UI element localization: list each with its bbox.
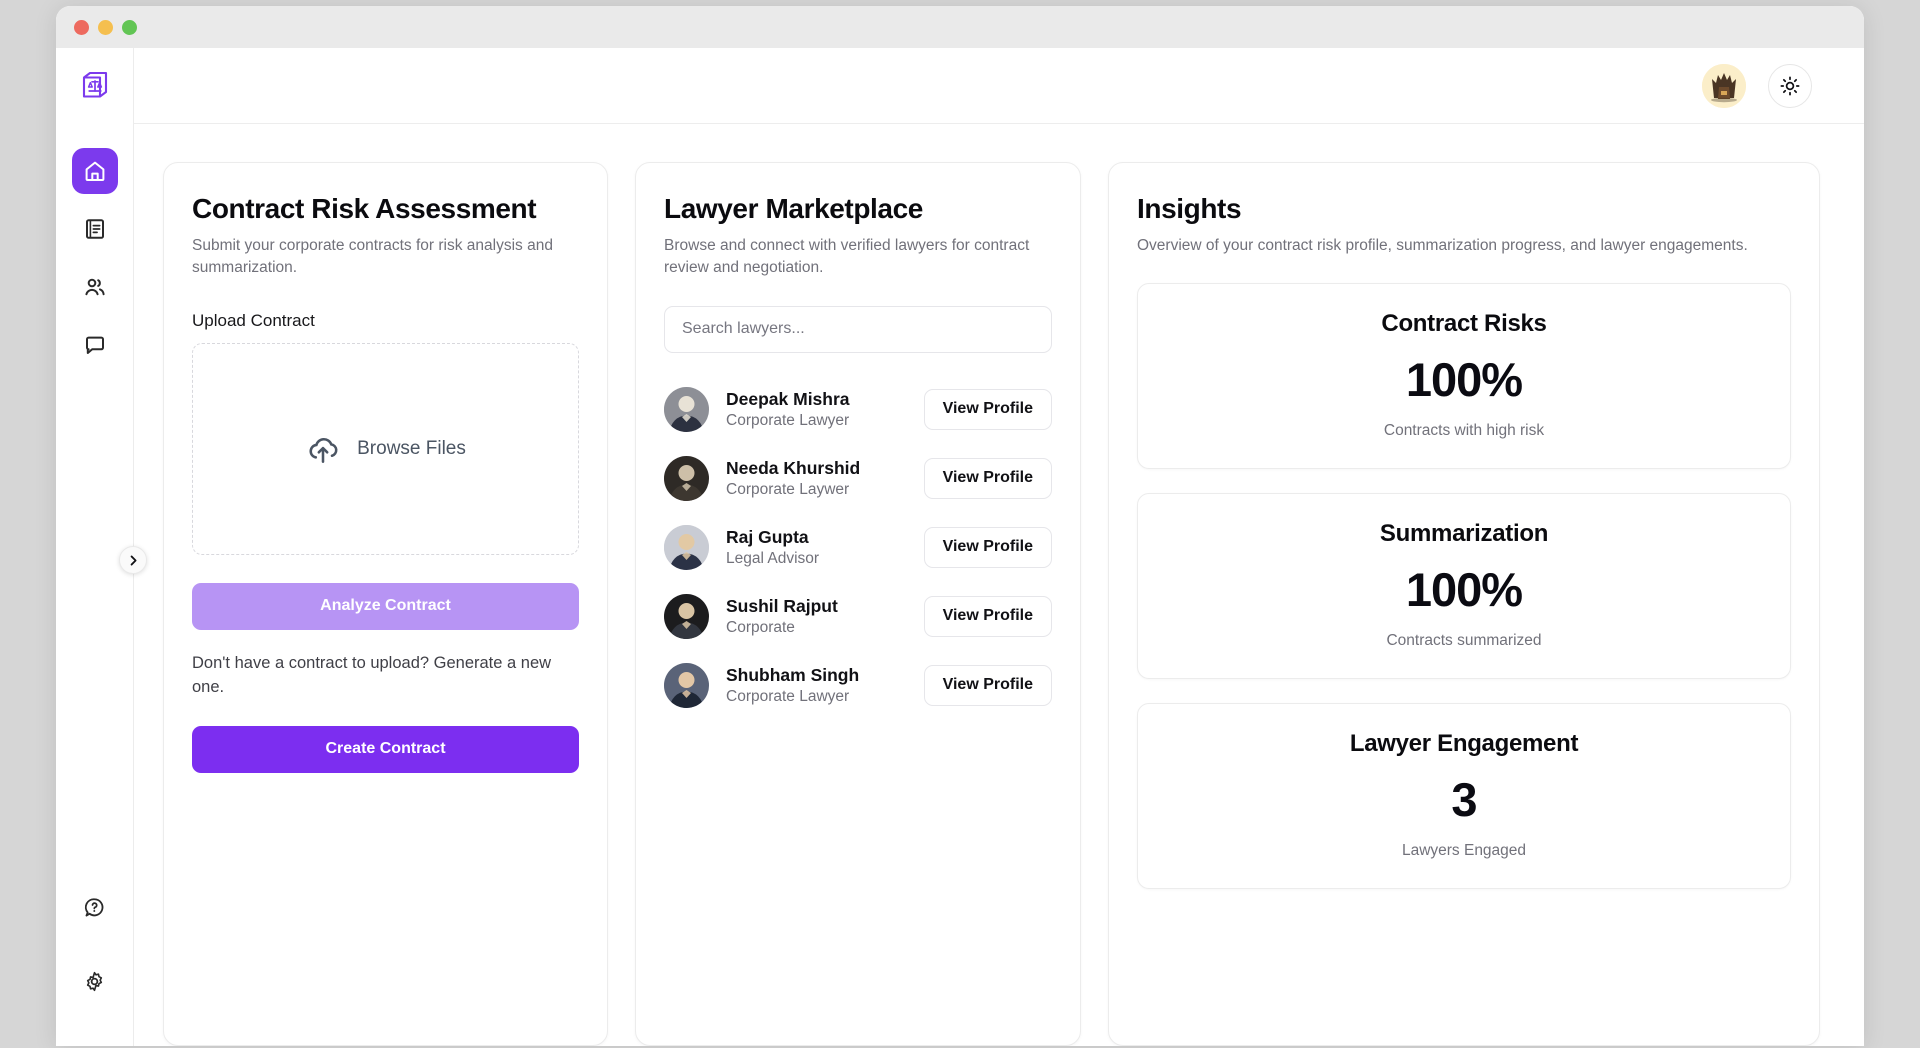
view-profile-button[interactable]: View Profile xyxy=(923,457,1052,499)
analyze-contract-button[interactable]: Analyze Contract xyxy=(192,582,579,630)
generate-contract-hint: Don't have a contract to upload? Generat… xyxy=(192,653,552,696)
sidebar xyxy=(56,48,147,1046)
insight-stat-card: Summarization 100% Contracts summarized xyxy=(1137,493,1791,680)
insights-card: Insights Overview of your contract risk … xyxy=(1108,162,1820,1046)
user-avatar-illustration xyxy=(1702,63,1746,108)
stat-value: 3 xyxy=(1451,773,1477,827)
sidebar-primary-nav xyxy=(71,148,118,368)
top-bar xyxy=(134,48,1864,124)
lawyer-marketplace-card: Lawyer Marketplace Browse and connect wi… xyxy=(635,162,1081,1046)
sidebar-item-messages[interactable] xyxy=(72,322,118,368)
lawyer-avatar xyxy=(664,386,709,432)
sidebar-secondary-nav xyxy=(72,884,118,1004)
lawyer-list-item: Needa Khurshid Corporate Laywer View Profi… xyxy=(664,444,1052,513)
lawyer-avatar xyxy=(664,662,709,708)
lawyer-portrait xyxy=(664,386,709,432)
document-icon xyxy=(85,219,104,239)
lawyer-avatar xyxy=(664,524,709,570)
insight-stat-card: Lawyer Engagement 3 Lawyers Engaged xyxy=(1137,703,1791,890)
lawyer-role: Corporate Lawyer xyxy=(726,688,850,706)
lawyer-portrait xyxy=(664,662,709,708)
insights-title: Insights xyxy=(1137,193,1242,224)
stat-value: 100% xyxy=(1405,563,1523,617)
sidebar-item-settings[interactable] xyxy=(72,958,118,1004)
lawyer-portrait xyxy=(664,524,709,570)
lawyer-name: Needa Khurshid xyxy=(726,457,861,478)
insight-stats: Contract Risks 100% Contracts with high ri… xyxy=(1137,283,1791,890)
view-profile-button[interactable]: View Profile xyxy=(923,664,1052,706)
stat-title: Lawyer Engagement xyxy=(1349,730,1579,758)
avatar[interactable] xyxy=(1702,63,1746,108)
lawyer-info: Raj Gupta Legal Advisor xyxy=(726,527,907,569)
view-profile-button[interactable]: View Profile xyxy=(923,595,1052,637)
lawyer-role: Corporate Laywer xyxy=(726,481,850,499)
chevron-right-icon xyxy=(130,555,137,565)
sidebar-item-home[interactable] xyxy=(71,148,118,194)
cloud-upload-icon xyxy=(309,437,338,463)
insight-stat-card: Contract Risks 100% Contracts with high ri… xyxy=(1137,283,1791,470)
lawyer-info: Shubham Singh Corporate Lawyer xyxy=(726,665,907,707)
sidebar-expand-button[interactable] xyxy=(119,546,147,574)
lawyer-role: Corporate Lawyer xyxy=(726,412,850,430)
lawyer-avatar xyxy=(664,455,709,501)
view-profile-button[interactable]: View Profile xyxy=(923,388,1052,430)
lawyer-list-item: Deepak Mishra Corporate Lawyer View Profil… xyxy=(664,375,1052,444)
lawyer-list-item: Raj Gupta Legal Advisor View Profile xyxy=(664,513,1052,582)
sun-icon xyxy=(1780,76,1800,95)
lawyer-name: Sushil Rajput xyxy=(726,595,838,616)
scales-of-justice-book-icon xyxy=(82,71,107,98)
window-maximize-button[interactable] xyxy=(122,19,137,35)
stat-value: 100% xyxy=(1405,353,1523,407)
page-title: Contract Risk Assessment xyxy=(192,193,537,224)
lawyer-portrait xyxy=(664,593,709,639)
contract-risk-subtitle: Submit your corporate contracts for risk… xyxy=(192,237,553,277)
window-titlebar xyxy=(56,6,1864,48)
users-icon xyxy=(84,278,105,296)
browse-files-label: Browse Files xyxy=(357,437,466,459)
lawyer-avatar xyxy=(664,593,709,639)
chat-bubble-icon xyxy=(85,336,104,354)
marketplace-title: Lawyer Marketplace xyxy=(664,193,923,224)
lawyer-name: Raj Gupta xyxy=(726,526,809,547)
upload-contract-label: Upload Contract xyxy=(192,310,315,330)
lawyer-name: Deepak Mishra xyxy=(726,388,850,409)
dashboard-columns: Contract Risk Assessment Submit your cor… xyxy=(134,124,1864,1046)
lawyer-info: Sushil Rajput Corporate xyxy=(726,596,907,638)
app-window: Contract Risk Assessment Submit your cor… xyxy=(56,6,1864,1046)
sidebar-item-contracts[interactable] xyxy=(72,206,118,252)
stat-caption: Contracts with high risk xyxy=(1383,422,1545,440)
upload-dropzone[interactable]: Browse Files xyxy=(192,342,579,555)
home-icon xyxy=(85,161,104,181)
lawyer-role: Legal Advisor xyxy=(726,550,820,568)
lawyer-role: Corporate xyxy=(726,619,795,637)
marketplace-subtitle: Browse and connect with verified lawyers… xyxy=(664,237,1030,277)
view-profile-button[interactable]: View Profile xyxy=(923,526,1052,568)
stat-caption: Lawyers Engaged xyxy=(1401,842,1527,860)
sidebar-item-lawyers[interactable] xyxy=(72,264,118,310)
lawyer-name: Shubham Singh xyxy=(726,664,860,685)
lawyer-portrait xyxy=(664,455,709,501)
lawyer-info: Deepak Mishra Corporate Lawyer xyxy=(726,389,907,431)
stat-title: Summarization xyxy=(1379,520,1549,548)
sidebar-item-help[interactable] xyxy=(72,884,118,930)
lawyer-list: Deepak Mishra Corporate Lawyer View Profil… xyxy=(664,375,1052,720)
lawyer-list-item: Shubham Singh Corporate Lawyer View Profil… xyxy=(664,651,1052,720)
gear-icon xyxy=(86,971,103,991)
theme-toggle-button[interactable] xyxy=(1768,63,1812,108)
insights-subtitle: Overview of your contract risk profile, … xyxy=(1137,237,1748,254)
app-logo[interactable] xyxy=(56,48,133,122)
create-contract-button[interactable]: Create Contract xyxy=(192,725,579,773)
stat-caption: Contracts summarized xyxy=(1386,632,1542,650)
help-circle-icon xyxy=(84,897,104,916)
search-lawyers-input[interactable] xyxy=(664,305,1052,353)
contract-risk-assessment-card: Contract Risk Assessment Submit your cor… xyxy=(163,162,608,1046)
window-close-button[interactable] xyxy=(74,19,89,35)
lawyer-info: Needa Khurshid Corporate Laywer xyxy=(726,458,907,500)
window-body: Contract Risk Assessment Submit your cor… xyxy=(56,48,1864,1046)
lawyer-list-item: Sushil Rajput Corporate View Profile xyxy=(664,582,1052,651)
main-content: Contract Risk Assessment Submit your cor… xyxy=(134,48,1864,1046)
stat-title: Contract Risks xyxy=(1381,310,1547,338)
window-minimize-button[interactable] xyxy=(98,19,113,35)
